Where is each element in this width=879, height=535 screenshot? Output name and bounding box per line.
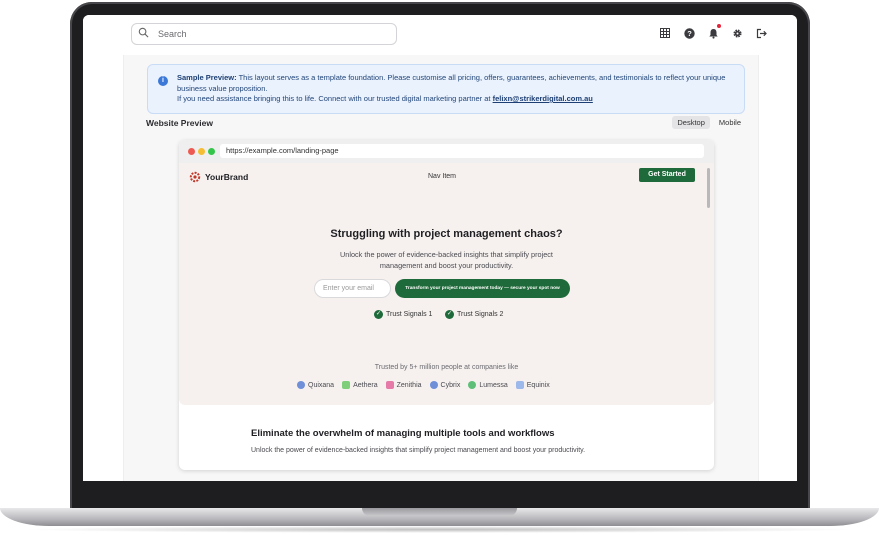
url-bar[interactable]: https://example.com/landing-page: [220, 144, 704, 158]
website-preview-title: Website Preview: [146, 118, 213, 128]
partner-email-link[interactable]: felixn@strikerdigital.com.au: [493, 94, 593, 103]
company-logo: Equinix: [515, 381, 550, 389]
aethera-icon: [342, 381, 351, 389]
notice-label: Sample Preview:: [177, 73, 237, 82]
hero-subheadline: Unlock the power of evidence-backed insi…: [340, 250, 553, 270]
company-name: Quixana: [308, 381, 335, 389]
info-icon: i: [158, 76, 168, 86]
gear-icon[interactable]: [731, 27, 743, 39]
company-name: Lumessa: [479, 381, 508, 389]
check-icon: ✓: [374, 310, 383, 319]
search-icon: [138, 25, 156, 43]
transform-cta-button[interactable]: Transform your project management today …: [395, 279, 570, 298]
company-logos: Quixana Aethera Zenithia Cybrix Lumessa …: [297, 381, 550, 389]
maximize-dot: [208, 148, 215, 155]
device-toggle: Desktop Mobile: [672, 116, 746, 129]
company-logo: Zenithia: [385, 381, 422, 389]
bell-icon[interactable]: [707, 24, 721, 39]
check-icon: ✓: [445, 310, 454, 319]
get-started-button[interactable]: Get Started: [639, 168, 695, 182]
company-logo: Quixana: [297, 381, 334, 389]
trusted-by-text: Trusted by 5+ million people at companie…: [374, 364, 519, 371]
lumessa-icon: [468, 381, 477, 389]
quixana-icon: [297, 381, 305, 389]
top-icons: ?: [659, 24, 767, 39]
search-input[interactable]: [156, 29, 358, 39]
company-name: Equinix: [526, 381, 550, 389]
browser-chrome: https://example.com/landing-page: [179, 140, 714, 163]
nav-item[interactable]: Nav Item: [428, 173, 456, 180]
hero-section: YourBrand Nav Item Get Started Strugglin…: [179, 163, 714, 405]
help-icon[interactable]: ?: [683, 27, 695, 39]
section2-text: Unlock the power of evidence-backed insi…: [251, 447, 586, 454]
company-name: Zenithia: [396, 381, 422, 389]
laptop-shadow: [20, 526, 859, 533]
equinix-icon: [515, 381, 524, 389]
content-panel: i Sample Preview: This layout serves as …: [123, 55, 759, 481]
email-input[interactable]: Enter your email: [314, 279, 391, 298]
screen: ? i Sample Preview: This layout serves a…: [83, 15, 797, 481]
notice-line2: If you need assistance bringing this to …: [177, 94, 493, 103]
logout-icon[interactable]: [755, 27, 767, 39]
notification-dot: [717, 24, 721, 28]
notice-text: Sample Preview: This layout serves as a …: [177, 73, 737, 105]
top-bar: ?: [83, 15, 797, 55]
browser-mockup: https://example.com/landing-page YourBra…: [179, 140, 714, 470]
svg-text:?: ?: [687, 29, 692, 38]
trust-signal-label: Trust Signals 1: [386, 311, 433, 318]
company-logo: Aethera: [342, 381, 378, 389]
search-box[interactable]: [131, 23, 397, 45]
brand-name: YourBrand: [205, 172, 249, 182]
scrollbar[interactable]: [707, 168, 710, 208]
cybrix-icon: [429, 381, 438, 389]
notice-body: This layout serves as a template foundat…: [177, 73, 726, 93]
company-name: Cybrix: [440, 381, 461, 389]
trust-signal: ✓ Trust Signals 1: [374, 310, 432, 319]
brand-logo[interactable]: YourBrand: [189, 171, 248, 183]
grid-icon[interactable]: [659, 27, 671, 39]
minimize-dot: [198, 148, 205, 155]
trust-signal-label: Trust Signals 2: [457, 311, 504, 318]
trust-signal: ✓ Trust Signals 2: [445, 310, 503, 319]
company-logo: Cybrix: [429, 381, 461, 389]
sample-preview-notice: i Sample Preview: This layout serves as …: [147, 64, 745, 114]
company-name: Aethera: [353, 381, 378, 389]
brand-icon: [189, 171, 201, 183]
laptop-notch: [362, 508, 517, 516]
mobile-toggle[interactable]: Mobile: [714, 116, 746, 129]
zenithia-icon: [385, 381, 394, 389]
section2-title: Eliminate the overwhelm of managing mult…: [251, 428, 555, 439]
close-dot: [188, 148, 195, 155]
hero-headline: Struggling with project management chaos…: [330, 228, 563, 240]
company-logo: Lumessa: [468, 381, 508, 389]
desktop-toggle[interactable]: Desktop: [672, 116, 710, 129]
